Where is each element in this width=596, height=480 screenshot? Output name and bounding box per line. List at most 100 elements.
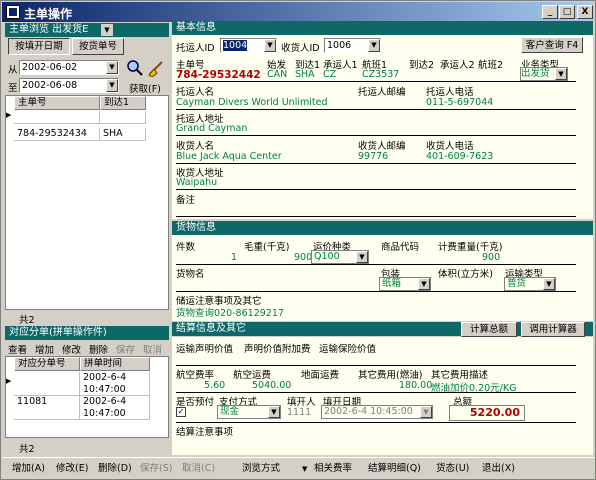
consignee-addr-value[interactable]: Waipahu [176,177,217,188]
cancel-button[interactable]: 取消(C) [182,462,215,476]
shipper-id-dropdown-icon[interactable]: ▼ [264,39,276,52]
delete-button[interactable]: 删除(D) [98,462,132,476]
pack-dropdown-icon[interactable]: ▼ [418,278,430,290]
filler-value[interactable]: 1111 [287,407,311,418]
sub-header: 对应分单(拼单操作件) [5,326,169,340]
table-row-sub-time[interactable]: 2002-6-4 10:47:00 [80,396,150,420]
maximize-button[interactable]: □ [559,5,575,19]
air-rate-label: 航空费率 [176,370,215,381]
save-button[interactable]: 保存(S) [140,462,172,476]
decl-value-label: 运输声明价值 [176,344,234,355]
from-date-input[interactable]: 2002-06-02 ▼ [19,60,119,75]
browse-mode-dropdown-icon[interactable]: ▼ [302,462,307,476]
rates-button[interactable]: 相关费率 [314,462,352,476]
divider [176,109,576,110]
charge-weight-value[interactable]: 900 [482,252,500,263]
ship-type-select[interactable]: 普货 ▼ [504,277,556,291]
tab-by-date[interactable]: 按填开日期 [8,38,70,55]
rate-class-select[interactable]: Q100 ▼ [311,250,369,264]
minimize-button[interactable]: _ [542,5,558,19]
table-row-awb[interactable]: 784-29532434 [14,128,100,141]
to-date-input[interactable]: 2002-06-08 ▼ [19,78,119,93]
shipper-id-select[interactable]: 1004 ▼ [220,38,277,53]
flight1-value[interactable]: CZ3537 [362,69,399,80]
pack-select[interactable]: 纸箱 ▼ [379,277,431,291]
other-fee-value[interactable]: 180.00 [399,380,432,391]
cargo-notes-value[interactable]: 货物查询020-86129217 [176,305,284,319]
status-bar: 增加(A) 修改(E) 删除(D) 保存(S) 取消(C) 浏览方式 ▼ 相关费… [2,457,594,479]
search-icon[interactable] [126,59,144,77]
close-button[interactable]: X [577,5,593,19]
table-row-sub-time[interactable]: 2002-6-4 10:47:00 [80,372,150,396]
client-query-button[interactable]: 客户查询 F4 [521,37,583,53]
col-awb[interactable]: 主单号 [14,96,100,110]
add-sub-button[interactable]: 增加 [35,342,54,356]
consignee-id-value: 1006 [327,40,352,51]
pay-method-dropdown-icon[interactable]: ▼ [268,406,280,418]
divider [176,392,576,393]
cancel-sub-button[interactable]: 取消 [143,342,162,356]
origin-value[interactable]: CAN [267,69,287,80]
sub-grid: 对应分单号 拼单时间 ▶ 11079 2002-6-4 10:47:00 1108… [5,356,169,438]
divider [176,291,576,292]
total-field[interactable]: 5220.00 [449,405,525,421]
col-sub-time[interactable]: 拼单时间 [80,357,150,371]
calculator-button[interactable]: 调用计算器 [521,322,585,337]
air-rate-value[interactable]: 5.60 [204,380,225,391]
col-dest1[interactable]: 到达1 [100,96,146,110]
delete-sub-button[interactable]: 删除 [89,342,108,356]
table-row-sub-number[interactable]: 11079 [14,372,80,396]
edit-button[interactable]: 修改(E) [56,462,88,476]
gross-value[interactable]: 900 [294,252,312,263]
ship-type-value: 普货 [507,278,527,289]
col-sub-number[interactable]: 对应分单号 [14,357,80,371]
shipper-name-value[interactable]: Cayman Divers World Unlimited [176,97,327,108]
shipper-zip-label: 托运人邮编 [358,87,406,98]
calc-total-button[interactable]: 计算总额 [461,322,517,337]
tab-by-number[interactable]: 按货单号 [72,38,124,55]
table-row-dest[interactable]: SHA [100,128,146,141]
consignee-id-select[interactable]: 1006 ▼ [324,38,381,53]
browse-mode-button[interactable]: 浏览方式 [242,462,280,476]
divider [176,189,576,190]
rate-class-dropdown-icon[interactable]: ▼ [356,251,368,263]
table-row-sub-number[interactable]: 11081 [14,396,80,420]
edit-sub-button[interactable]: 修改 [62,342,81,356]
shipper-addr-value[interactable]: Grand Cayman [176,123,247,134]
fill-date-dropdown-icon[interactable]: ▼ [420,406,432,418]
consignee-id-dropdown-icon[interactable]: ▼ [368,39,380,52]
cargo-status-button[interactable]: 货态(U) [436,462,469,476]
fill-date-select[interactable]: 2002-6-4 10:45:00 ▼ [321,405,433,419]
consignee-tel-value[interactable]: 401-609-7623 [426,151,493,162]
biz-type-dropdown-icon[interactable]: ▼ [555,68,567,80]
table-row-dest[interactable]: SHA [100,111,146,124]
consignee-zip-label: 收货人邮编 [358,141,406,152]
exit-button[interactable]: 退出(X) [482,462,515,476]
awb-value[interactable]: 784-29532442 [176,69,261,81]
air-freight-value[interactable]: 5040.00 [252,380,291,391]
table-row-awb[interactable]: 784-29532442 [14,111,100,124]
carrier1-value[interactable]: CZ [323,69,336,80]
save-sub-button[interactable]: 保存 [116,342,135,356]
prepaid-checkbox[interactable]: ✓ [176,407,186,417]
from-date-dropdown-icon[interactable]: ▼ [106,61,118,74]
biz-type-select[interactable]: 出发货 ▼ [520,67,568,81]
consignee-name-value[interactable]: Blue Jack Aqua Center [176,151,282,162]
ship-type-dropdown-icon[interactable]: ▼ [543,278,555,290]
to-date-dropdown-icon[interactable]: ▼ [106,79,118,92]
consignee-zip-value[interactable]: 99776 [358,151,388,162]
shipper-tel-value[interactable]: 011-5-697044 [426,97,493,108]
pieces-value[interactable]: 1 [231,252,237,263]
dest1-value[interactable]: SHA [295,69,315,80]
view-button[interactable]: 查看 [8,342,27,356]
consignee-tel-label: 收货人电话 [426,141,474,152]
pay-method-select[interactable]: 现金 ▼ [217,405,281,419]
sub-date: 2002-6-4 [83,372,127,383]
fetch-button[interactable]: 获取(F) [129,81,161,95]
clear-broom-icon[interactable] [147,59,165,77]
settle-detail-button[interactable]: 结算明细(Q) [368,462,421,476]
add-button[interactable]: 增加(A) [12,462,45,476]
record-count: 共2 [19,315,35,326]
header-dropdown-icon[interactable]: ▼ [101,24,113,36]
other-fee-label: 其它费用(燃油) [358,370,423,381]
